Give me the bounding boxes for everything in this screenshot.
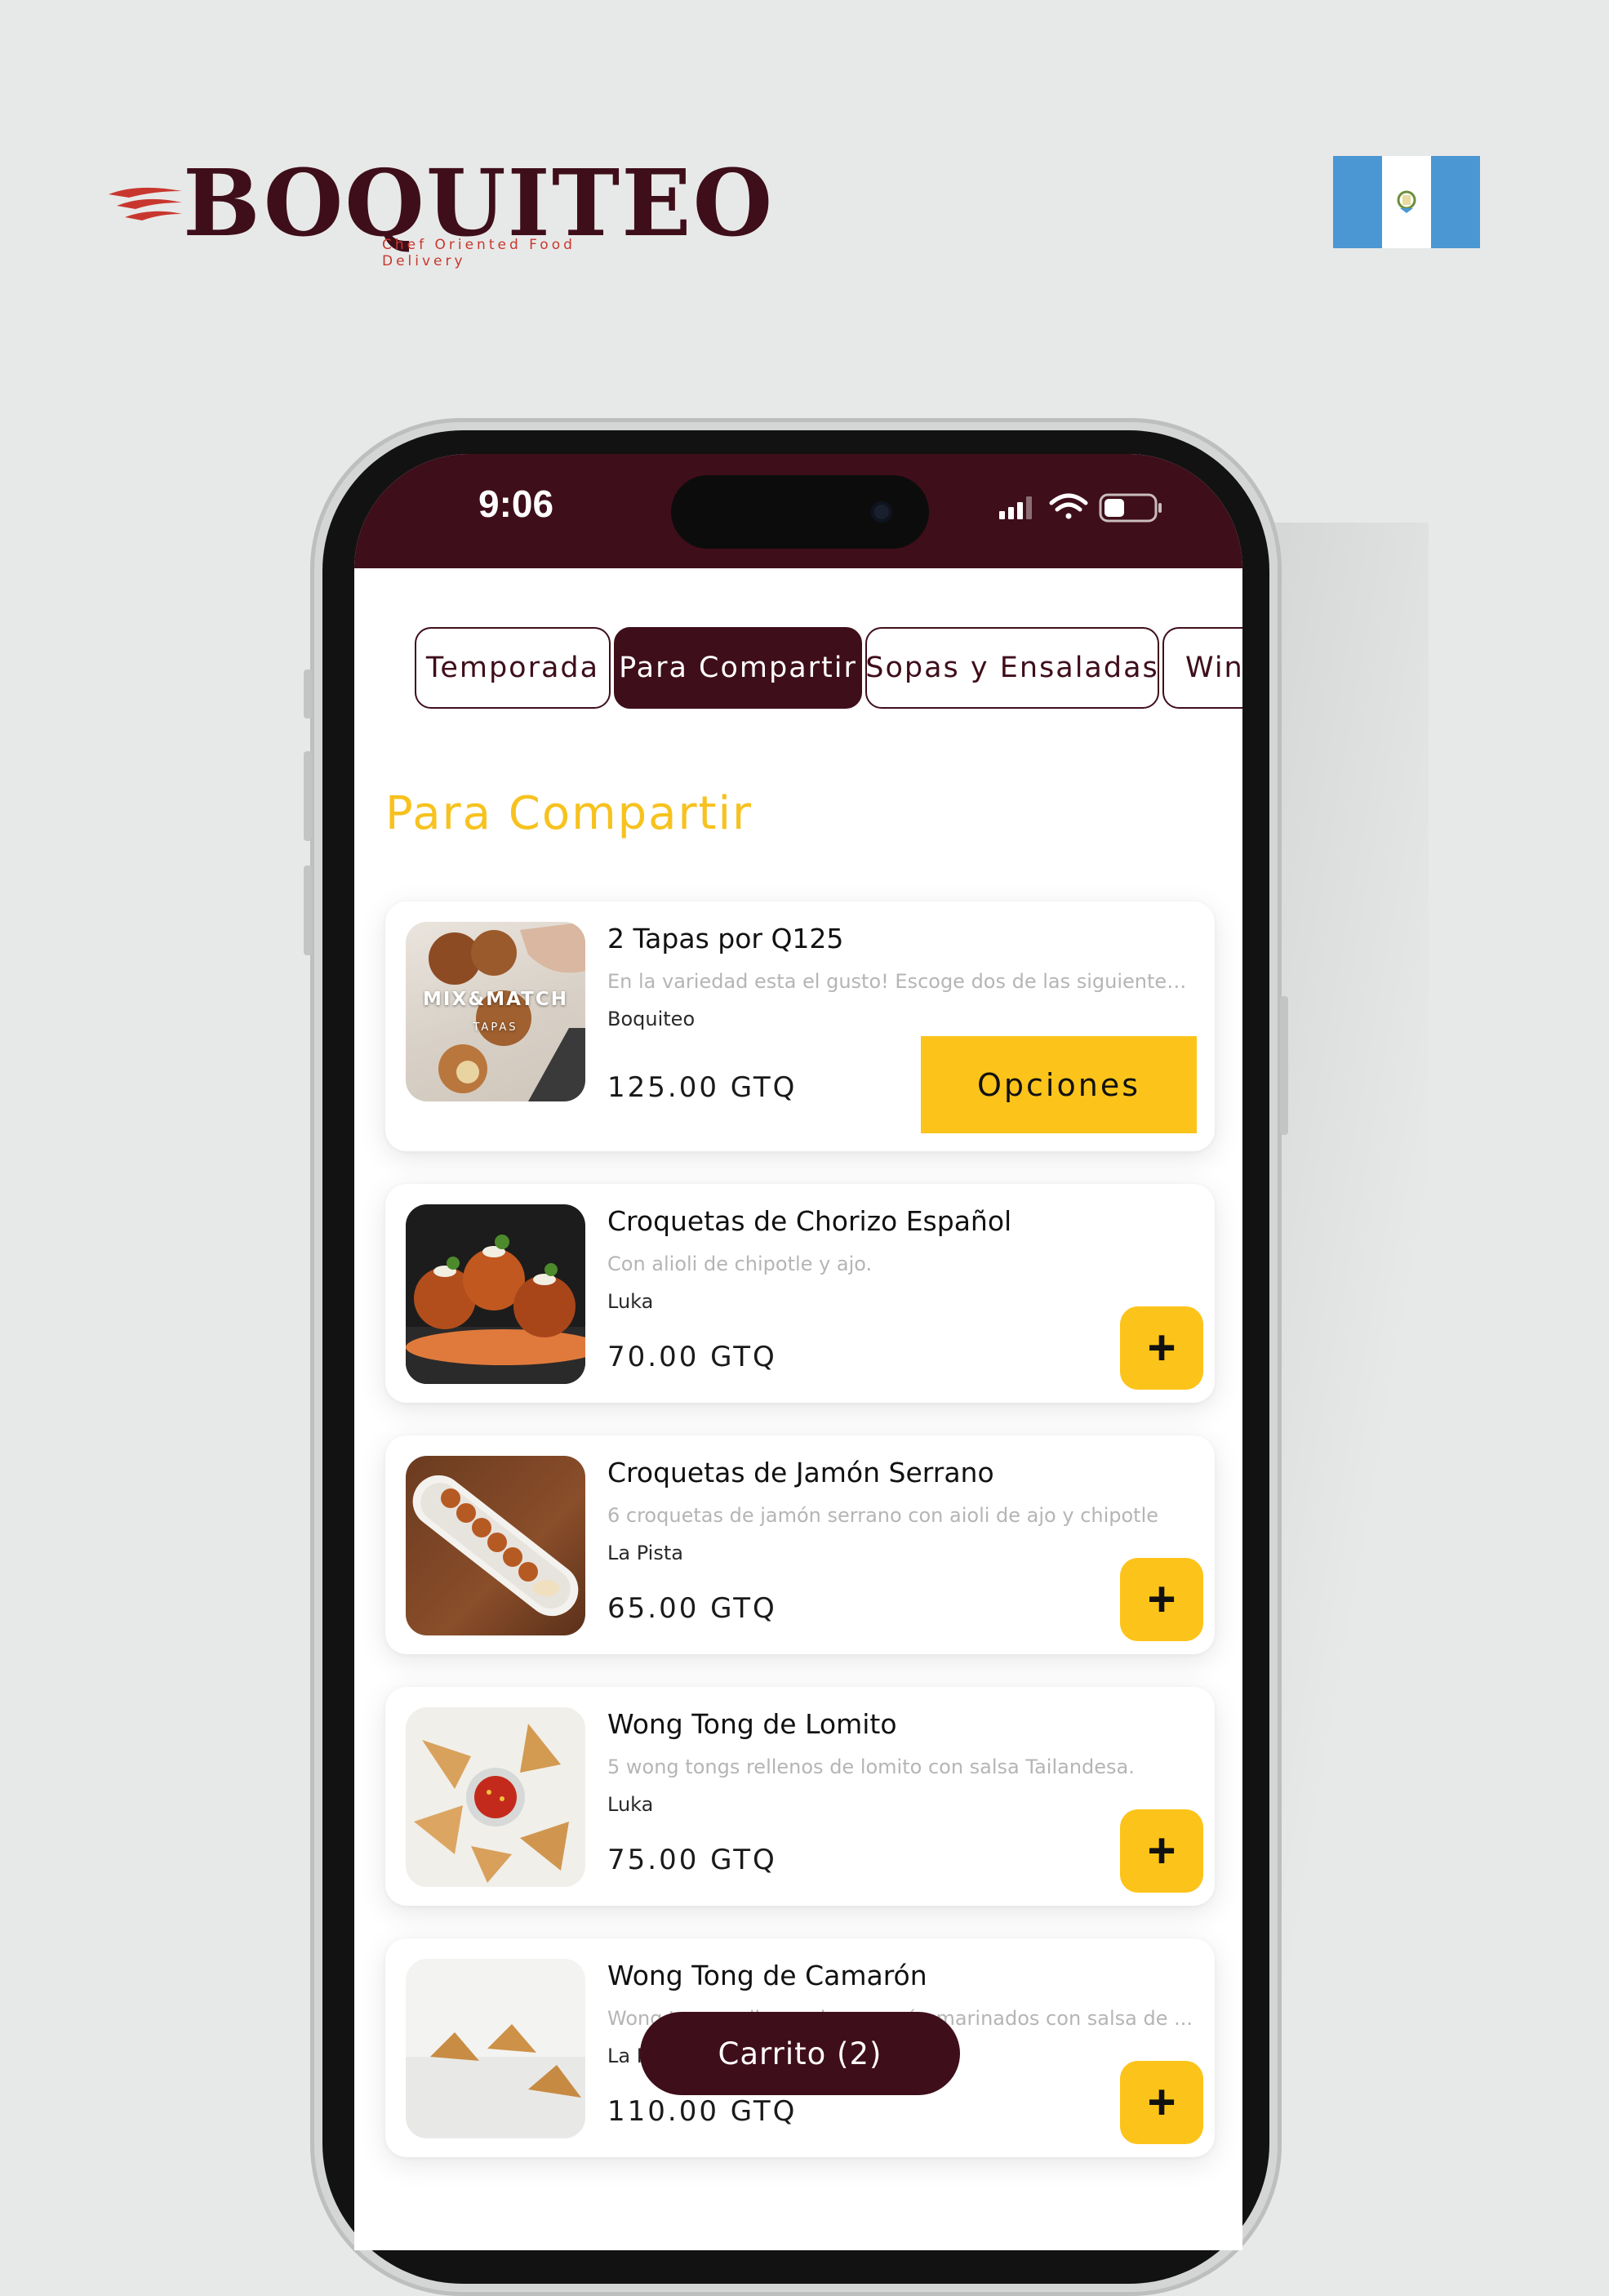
product-vendor: Boquiteo: [607, 1008, 696, 1030]
volume-down-button: [304, 865, 312, 955]
add-to-cart-button[interactable]: +: [1120, 1809, 1203, 1893]
product-price: 75.00 GTQ: [607, 1844, 777, 1876]
app-screen: 9:06 Temporada Para Compartir Sopas y En…: [354, 454, 1242, 2250]
power-button: [1280, 996, 1288, 1135]
category-tabs: Temporada Para Compartir Sopas y Ensalad…: [415, 627, 1242, 714]
camera-icon: [871, 501, 892, 523]
status-icons: [999, 493, 1162, 523]
volume-up-button: [304, 751, 312, 841]
product-vendor: Luka: [607, 1793, 654, 1816]
flame-swoosh-icon: [109, 187, 182, 220]
tab-wings[interactable]: Wings: [1162, 627, 1242, 709]
product-price: 65.00 GTQ: [607, 1592, 777, 1625]
product-description: 6 croquetas de jamón serrano con aioli d…: [607, 1504, 1159, 1527]
product-name: Croquetas de Chorizo Español: [607, 1205, 1012, 1237]
brand-tagline: Chef Oriented Food Delivery: [382, 237, 576, 269]
add-to-cart-button[interactable]: +: [1120, 1558, 1203, 1641]
guatemala-flag-icon: [1333, 156, 1480, 248]
wifi-icon: [1049, 493, 1088, 519]
options-button[interactable]: Opciones: [921, 1036, 1197, 1133]
coat-of-arms-icon: [1397, 190, 1416, 213]
product-name: 2 Tapas por Q125: [607, 923, 844, 954]
product-image[interactable]: [406, 1204, 585, 1384]
product-name: Wong Tong de Camarón: [607, 1960, 927, 1991]
product-image[interactable]: [406, 1456, 585, 1635]
product-description: 5 wong tongs rellenos de lomito con sals…: [607, 1755, 1135, 1778]
product-image[interactable]: MIX&MATCH TAPAS: [406, 922, 585, 1101]
cart-button[interactable]: Carrito (2): [640, 2012, 960, 2095]
tab-temporada[interactable]: Temporada: [415, 627, 611, 709]
add-to-cart-button[interactable]: +: [1120, 1306, 1203, 1390]
product-description: En la variedad esta el gusto! Escoge dos…: [607, 970, 1195, 993]
tab-para-compartir[interactable]: Para Compartir: [614, 627, 862, 709]
product-name: Wong Tong de Lomito: [607, 1708, 897, 1740]
battery-icon: [1099, 493, 1162, 523]
product-vendor: Luka: [607, 1290, 654, 1313]
status-time: 9:06: [478, 483, 554, 525]
product-image[interactable]: [406, 1959, 585, 2138]
section-title: Para Compartir: [385, 787, 753, 840]
product-description: Con alioli de chipotle y ajo.: [607, 1253, 873, 1275]
product-vendor: La Pista: [607, 1542, 683, 1564]
product-card[interactable]: Croquetas de Chorizo Español Con alioli …: [385, 1184, 1215, 1403]
product-image[interactable]: [406, 1707, 585, 1887]
product-card[interactable]: Croquetas de Jamón Serrano 6 croquetas d…: [385, 1435, 1215, 1654]
mix-match-label: MIX&MATCH: [423, 989, 568, 1010]
product-price: 110.00 GTQ: [607, 2095, 798, 2128]
product-card[interactable]: Wong Tong de Lomito 5 wong tongs relleno…: [385, 1687, 1215, 1906]
status-bar: 9:06: [354, 454, 1242, 568]
product-price: 70.00 GTQ: [607, 1341, 777, 1373]
signal-icon: [999, 496, 1032, 519]
add-to-cart-button[interactable]: +: [1120, 2061, 1203, 2144]
dynamic-island: [671, 475, 929, 549]
product-name: Croquetas de Jamón Serrano: [607, 1457, 994, 1488]
boquiteo-logo: BOQUITEO Chef Oriented Food Delivery: [104, 155, 772, 269]
product-price: 125.00 GTQ: [607, 1071, 798, 1104]
silent-switch: [304, 670, 312, 719]
tab-sopas-y-ensaladas[interactable]: Sopas y Ensaladas: [865, 627, 1159, 709]
tapas-label: TAPAS: [473, 1021, 518, 1034]
product-card[interactable]: MIX&MATCH TAPAS 2 Tapas por Q125 En la v…: [385, 901, 1215, 1151]
